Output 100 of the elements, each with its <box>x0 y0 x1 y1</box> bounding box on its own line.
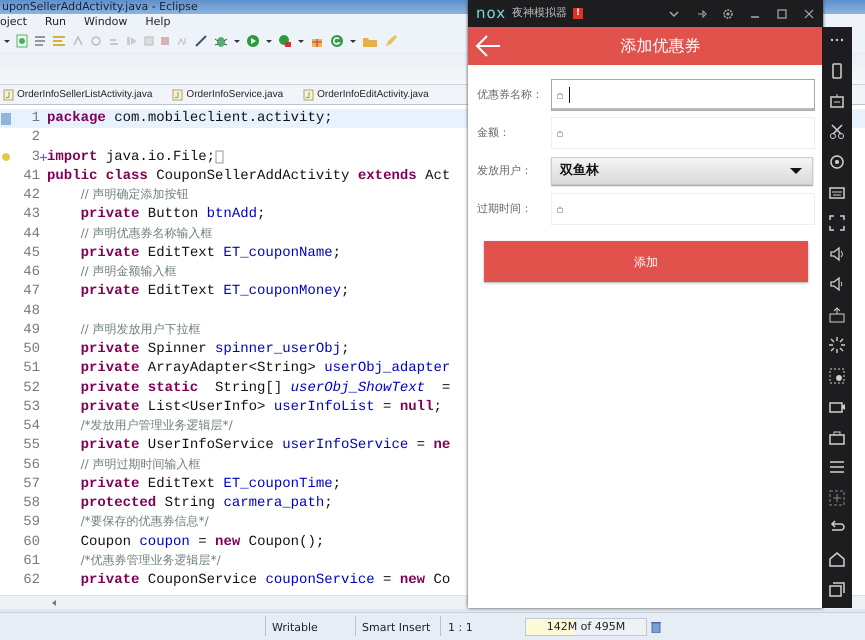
java-file-icon <box>303 88 314 100</box>
close-icon[interactable] <box>803 8 815 20</box>
code-line: /*优惠券管理业务逻辑层*/ <box>80 552 221 569</box>
code-line: protected String carmera_path; <box>80 494 333 514</box>
maximize-icon[interactable] <box>776 8 788 20</box>
code-line: private UserInfoService userInfoService = ne <box>80 436 450 456</box>
menu-item[interactable]: Help <box>145 14 170 30</box>
line-number: 41 <box>22 166 40 186</box>
java-file-icon <box>3 88 14 100</box>
code-line: private CouponService couponService = new Co <box>80 571 450 590</box>
code-line: public class CouponSellerAddActivity extends Act <box>47 166 450 186</box>
fullscreen-icon[interactable] <box>828 214 846 232</box>
code-line: private Spinner spinner_userObj; <box>80 340 350 360</box>
input-field[interactable] <box>551 79 815 111</box>
fold-plus-icon[interactable] <box>40 154 47 161</box>
line-number: 61 <box>22 552 40 571</box>
code-line: private List<UserInfo> userInfoList = null; <box>80 398 442 417</box>
editor-tab[interactable]: OrderInfoSellerListActivity.java <box>0 87 156 102</box>
add-button[interactable]: 添加 <box>484 241 808 282</box>
loading-icon[interactable] <box>828 336 846 354</box>
apk-upload-icon[interactable] <box>828 306 846 324</box>
run-external-icon[interactable] <box>278 34 292 48</box>
code-line: package com.mobileclient.activity; <box>47 109 333 128</box>
caret-icon <box>790 167 802 175</box>
code-line: /*要保存的优惠券信息*/ <box>80 513 209 530</box>
code-line: // 声明优惠券名称输入框 <box>80 224 212 242</box>
heap-status[interactable]: 142M of 495M <box>525 618 647 636</box>
line-number: 46 <box>22 263 40 282</box>
line-number: 45 <box>22 244 40 263</box>
code-line: // 声明金额输入框 <box>80 263 176 280</box>
run-icon[interactable] <box>246 34 260 48</box>
line-number: 48 <box>22 302 40 321</box>
editor-tab[interactable]: OrderInfoEditActivity.java <box>300 87 432 102</box>
line-number: 1 <box>30 109 40 128</box>
menu-item[interactable]: Run <box>44 14 66 30</box>
code-line: private ArrayAdapter<String> userObj_adapter <box>80 359 450 378</box>
line-number: 52 <box>22 378 40 398</box>
cursor-position: 1 : 1 <box>448 620 473 636</box>
line-number: 54 <box>22 417 40 436</box>
field-label: 金额： <box>477 124 511 141</box>
editor-tab[interactable]: OrderInfoService.java <box>169 87 286 102</box>
code-line: private Button btnAdd; <box>80 205 266 224</box>
list-icon[interactable] <box>34 35 46 47</box>
warning-lightbulb-icon <box>1 152 11 162</box>
code-line: // 声明确定添加按钮 <box>80 186 188 204</box>
scroll-left-icon[interactable] <box>50 598 58 606</box>
add-window-icon[interactable] <box>828 488 846 506</box>
line-number: 60 <box>22 532 40 552</box>
line-number: 50 <box>22 340 40 360</box>
alert-badge[interactable]: ! <box>573 8 584 19</box>
line-number: 56 <box>22 456 40 475</box>
line-number: 58 <box>22 494 40 514</box>
line-number: 57 <box>22 474 40 494</box>
trash-icon[interactable] <box>651 621 661 633</box>
field-hint-icon <box>557 92 563 98</box>
folded-code-icon[interactable] <box>215 150 224 164</box>
dropdown[interactable]: 双鱼林 <box>551 157 813 185</box>
line-number: 51 <box>22 359 40 378</box>
field-hint-icon <box>557 130 563 136</box>
field-hint-icon <box>557 206 563 212</box>
line-number: 62 <box>22 571 40 590</box>
code-line: private EditText ET_couponMoney; <box>80 282 350 302</box>
bug-icon[interactable] <box>214 34 228 48</box>
java-file-icon <box>172 88 184 100</box>
screen-title: 添加优惠券 <box>620 35 702 57</box>
line-number: 53 <box>22 398 40 417</box>
code-line: /*发放用户管理业务逻辑层*/ <box>80 417 233 434</box>
menu-item[interactable]: oject <box>0 14 27 30</box>
line-number: 2 <box>30 128 40 148</box>
recent-apps-icon[interactable] <box>828 580 846 598</box>
code-line: // 声明过期时间输入框 <box>80 456 200 473</box>
field-label: 优惠券名称： <box>477 86 544 103</box>
settings-icon[interactable] <box>722 8 734 20</box>
line-number: 47 <box>22 282 40 302</box>
line-number: 43 <box>22 205 40 224</box>
code-line: private EditText ET_couponTime; <box>80 474 342 494</box>
current-line-marker-icon <box>1 112 11 125</box>
scissors-icon[interactable] <box>828 122 846 140</box>
code-line: Coupon coupon = new Coupon(); <box>80 532 324 552</box>
code-line: private static String[] userObj_ShowText = <box>80 378 450 398</box>
home-icon[interactable] <box>828 550 846 568</box>
status-text: Smart Insert <box>362 620 430 636</box>
menu-item[interactable]: Window <box>84 14 128 30</box>
line-number: 3 <box>30 148 40 167</box>
g-circle-icon[interactable] <box>330 34 344 48</box>
menu-icon[interactable] <box>828 458 846 476</box>
location-icon[interactable] <box>828 153 846 171</box>
text-cursor <box>569 87 570 103</box>
field-label: 过期时间： <box>477 200 533 217</box>
code-line: // 声明发放用户下拉框 <box>80 320 200 338</box>
line-number: 55 <box>22 436 40 456</box>
volume-up-icon[interactable] <box>828 244 846 262</box>
back-arrow-icon[interactable] <box>474 34 502 58</box>
line-number: 42 <box>22 186 40 206</box>
field-label: 发放用户： <box>477 162 533 179</box>
code-line: import java.io.File; <box>47 148 216 167</box>
line-number: 44 <box>22 224 40 244</box>
line-number: 49 <box>22 320 40 340</box>
status-text: Writable <box>272 620 318 636</box>
code-line: private EditText ET_couponName; <box>80 244 342 263</box>
